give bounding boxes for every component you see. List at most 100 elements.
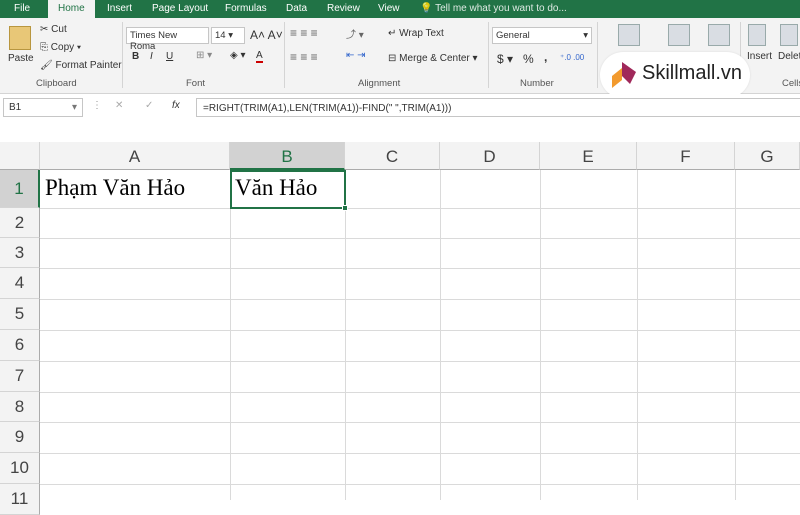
gridline: [540, 170, 541, 500]
gridline: [40, 330, 800, 331]
cell-b1-value: Văn Hảo: [235, 175, 318, 200]
borders-icon[interactable]: ⊞ ▾: [196, 50, 212, 61]
orientation-icon[interactable]: ⤴ ▾: [346, 26, 364, 41]
vertical-align-icons[interactable]: ≡ ≡ ≡: [290, 26, 318, 40]
underline-button[interactable]: U: [166, 51, 173, 62]
row-header-10[interactable]: 10: [0, 453, 40, 484]
tab-formulas[interactable]: Formulas: [225, 3, 267, 14]
row-header-1[interactable]: 1: [0, 170, 40, 208]
paste-button[interactable]: Paste: [8, 53, 34, 64]
cells-group-label: Cells: [782, 78, 800, 89]
tell-me-search[interactable]: 💡 Tell me what you want to do...: [420, 3, 567, 14]
cell-styles-icon[interactable]: [708, 24, 730, 46]
font-size-select[interactable]: 14 ▾: [211, 27, 245, 44]
font-name-value: Times New Roma: [130, 30, 178, 52]
gridline: [40, 453, 800, 454]
paste-icon[interactable]: [9, 26, 31, 50]
enter-icon[interactable]: ✓: [145, 100, 153, 111]
gridline: [440, 170, 441, 500]
font-name-select[interactable]: Times New Roma: [126, 27, 209, 52]
comma-button[interactable]: ,: [544, 50, 547, 64]
merge-center-button[interactable]: ⊟ Merge & Center ▾: [388, 53, 478, 64]
fill-color-icon[interactable]: ◈ ▾: [230, 50, 246, 61]
cut-button[interactable]: ✂ Cut: [40, 24, 67, 35]
indent-icons[interactable]: ⇤ ⇥: [346, 50, 366, 61]
number-format-select[interactable]: General ▾: [492, 27, 592, 44]
row-header-5[interactable]: 5: [0, 299, 40, 330]
cell-a1[interactable]: Phạm Văn Hảo: [40, 170, 230, 208]
formula-bar: B1 ▾ ⋮ ✕ ✓ fx =RIGHT(TRIM(A1),LEN(TRIM(A1…: [0, 94, 800, 142]
formula-input[interactable]: =RIGHT(TRIM(A1),LEN(TRIM(A1))-FIND(" ",T…: [196, 98, 800, 117]
column-header-c[interactable]: C: [345, 142, 440, 170]
gridline: [40, 208, 800, 209]
column-header-d[interactable]: D: [440, 142, 540, 170]
cancel-icon[interactable]: ✕: [115, 100, 123, 111]
delete-button[interactable]: Delete: [778, 51, 800, 62]
worksheet-grid: A B C D E F G 1 2 3 4 5 6 7 8 9 10 11 Ph…: [0, 142, 800, 515]
currency-button[interactable]: $ ▾: [497, 52, 513, 66]
separator: [284, 22, 285, 88]
bold-button[interactable]: B: [132, 51, 139, 62]
clipboard-group-label: Clipboard: [36, 78, 77, 89]
gridline: [40, 238, 800, 239]
fill-handle[interactable]: [342, 205, 348, 211]
font-size-buttons[interactable]: A˄ A˅: [250, 28, 283, 42]
number-group-label: Number: [520, 78, 554, 89]
tab-page-layout[interactable]: Page Layout: [152, 3, 208, 14]
skillmall-watermark: Skillmall.vn: [600, 52, 750, 98]
gridline: [40, 484, 800, 485]
row-header-9[interactable]: 9: [0, 422, 40, 453]
row-header-2[interactable]: 2: [0, 208, 40, 238]
format-painter-label: Format Painter: [55, 60, 122, 71]
row-header-8[interactable]: 8: [0, 392, 40, 422]
skillmall-logo-icon: [612, 62, 636, 88]
select-all-corner[interactable]: [0, 142, 40, 170]
font-group-label: Font: [186, 78, 206, 89]
column-header-f[interactable]: F: [637, 142, 735, 170]
decimal-buttons[interactable]: ⁺.0 .00: [560, 53, 584, 62]
column-header-b[interactable]: B: [230, 142, 345, 170]
gridline: [40, 392, 800, 393]
copy-label: Copy: [50, 42, 75, 53]
row-header-7[interactable]: 7: [0, 361, 40, 392]
gridline: [735, 170, 736, 500]
format-painter-button[interactable]: 🖌 Format Painter: [40, 60, 122, 71]
separator: [122, 22, 123, 88]
column-header-a[interactable]: A: [40, 142, 230, 170]
tab-insert[interactable]: Insert: [107, 3, 132, 14]
wrap-text-label: Wrap Text: [399, 28, 444, 39]
copy-button[interactable]: ⎘ Copy ▾: [40, 42, 81, 53]
font-color-icon[interactable]: A: [256, 50, 263, 63]
tab-home[interactable]: Home: [48, 0, 95, 18]
italic-button[interactable]: I: [150, 51, 153, 62]
gridline: [40, 268, 800, 269]
format-as-table-icon[interactable]: [668, 24, 690, 46]
insert-function-button[interactable]: fx: [172, 100, 180, 111]
column-header-e[interactable]: E: [540, 142, 637, 170]
tab-view[interactable]: View: [378, 3, 400, 14]
tab-data[interactable]: Data: [286, 3, 307, 14]
delete-cells-icon[interactable]: [780, 24, 798, 46]
gridline: [40, 361, 800, 362]
cell-b1-selected[interactable]: Văn Hảo: [230, 170, 348, 211]
insert-cells-icon[interactable]: [748, 24, 766, 46]
insert-button[interactable]: Insert: [747, 51, 772, 62]
row-header-3[interactable]: 3: [0, 238, 40, 268]
conditional-formatting-icon[interactable]: [618, 24, 640, 46]
horizontal-align-icons[interactable]: ≡ ≡ ≡: [290, 50, 318, 64]
separator: [488, 22, 489, 88]
tab-review[interactable]: Review: [327, 3, 360, 14]
wrap-text-button[interactable]: ↵ Wrap Text: [388, 28, 444, 39]
separator: [597, 22, 598, 88]
column-header-g[interactable]: G: [735, 142, 800, 170]
tab-file[interactable]: File: [14, 3, 30, 14]
alignment-group-label: Alignment: [358, 78, 401, 89]
cut-label: Cut: [51, 24, 67, 35]
name-box[interactable]: B1 ▾: [3, 98, 83, 117]
gridline: [40, 422, 800, 423]
row-header-4[interactable]: 4: [0, 268, 40, 299]
row-header-6[interactable]: 6: [0, 330, 40, 361]
percent-button[interactable]: %: [523, 52, 534, 66]
more-icon: ⋮: [92, 100, 102, 111]
ribbon-tabs: File Home Insert Page Layout Formulas Da…: [0, 0, 800, 18]
